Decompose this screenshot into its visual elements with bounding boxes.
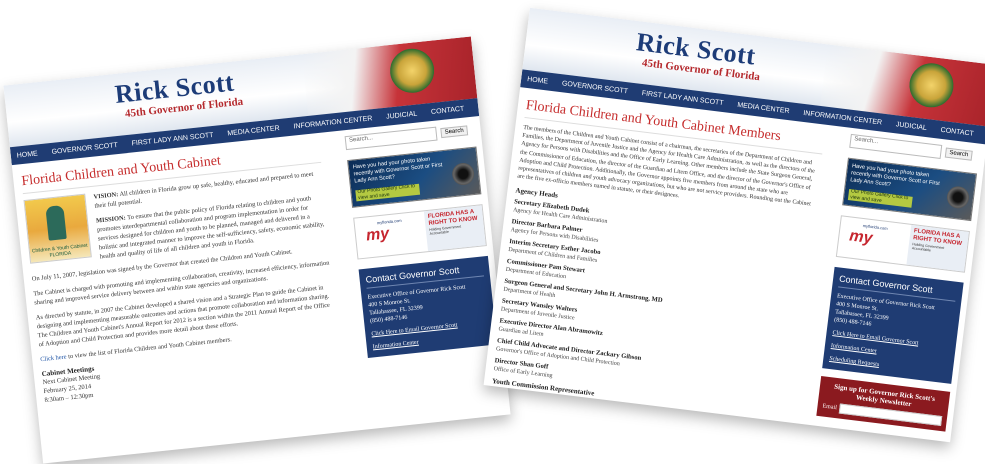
- nav-first-lady[interactable]: FIRST LADY ANN SCOTT: [641, 90, 723, 107]
- photo-gallery-promo[interactable]: Have you had your photo taken recently w…: [347, 146, 482, 208]
- members-list-link[interactable]: Click here: [40, 354, 67, 364]
- right-to-know-ad[interactable]: myflorida.com my FLORIDA HAS A RIGHT TO …: [835, 215, 970, 273]
- left-page-screenshot: Rick Scott 45th Governor of Florida HOME…: [3, 36, 511, 464]
- vision-label: VISION:: [93, 191, 119, 201]
- nav-information-center[interactable]: INFORMATION CENTER: [803, 109, 882, 126]
- myflorida-logo: my: [848, 227, 874, 248]
- camera-lens-icon: [945, 185, 971, 210]
- search-input[interactable]: Search...: [344, 126, 438, 151]
- myflorida-logo: my: [365, 225, 391, 245]
- nav-judicial[interactable]: JUDICIAL: [386, 110, 418, 120]
- right-page-screenshot: Rick Scott 45th Governor of Florida HOME…: [483, 7, 985, 443]
- newsletter-signup: Sign up for Governor Rick Scott's Weekly…: [816, 376, 951, 432]
- nav-judicial[interactable]: JUDICIAL: [895, 121, 927, 132]
- nav-media-center[interactable]: MEDIA CENTER: [227, 124, 280, 136]
- nav-espanol[interactable]: ESPAÑOL: [478, 100, 511, 110]
- nav-media-center[interactable]: MEDIA CENTER: [737, 101, 790, 114]
- photo-gallery-promo[interactable]: Have you had your photo taken recently w…: [842, 157, 978, 222]
- member-list: Secretary Elizabeth Dudek Agency for Hea…: [493, 199, 812, 410]
- main-content: Florida Children and Youth Cabinet Child…: [20, 139, 349, 463]
- nav-home[interactable]: HOME: [16, 150, 38, 159]
- photo-gallery-button[interactable]: Our Photo Gallery Click to view and save: [847, 188, 913, 208]
- nav-information-center[interactable]: INFORMATION CENTER: [293, 115, 373, 130]
- nav-contact[interactable]: CONTACT: [940, 126, 974, 137]
- search-input[interactable]: Search...: [849, 133, 943, 159]
- sidebar: Search... Search Have you had your photo…: [815, 133, 980, 442]
- nav-governor-scott[interactable]: GOVERNOR SCOTT: [562, 80, 629, 95]
- nav-contact[interactable]: CONTACT: [431, 105, 465, 115]
- main-content: Florida Children and Youth Cabinet Membe…: [492, 94, 826, 422]
- right-to-know-ad[interactable]: myflorida.com my FLORIDA HAS A RIGHT TO …: [353, 204, 487, 260]
- newsletter-email-label: Email: [822, 403, 838, 412]
- photo-gallery-button[interactable]: Our Photo Gallery Click to view and save: [355, 183, 421, 202]
- nav-first-lady[interactable]: FIRST LADY ANN SCOTT: [131, 131, 213, 147]
- sidebar: Search... Search Have you had your photo…: [344, 123, 505, 429]
- logo-figure-icon: [45, 205, 67, 241]
- promo-text: Have you had your photo taken recently w…: [352, 156, 443, 185]
- nav-governor-scott[interactable]: GOVERNOR SCOTT: [51, 141, 118, 155]
- myflorida-url: myflorida.com: [376, 217, 402, 226]
- contact-box: Contact Governor Scott Executive Office …: [358, 255, 498, 358]
- camera-lens-icon: [451, 161, 476, 187]
- cabinet-logo: Children & Youth Cabinet FLORIDA: [23, 193, 92, 264]
- logo-text: Children & Youth Cabinet FLORIDA: [31, 242, 88, 259]
- search-button[interactable]: Search: [440, 125, 469, 139]
- search-button[interactable]: Search: [944, 147, 973, 161]
- contact-box: Contact Governor Scott Executive Office …: [822, 266, 964, 384]
- nav-home[interactable]: HOME: [527, 76, 549, 86]
